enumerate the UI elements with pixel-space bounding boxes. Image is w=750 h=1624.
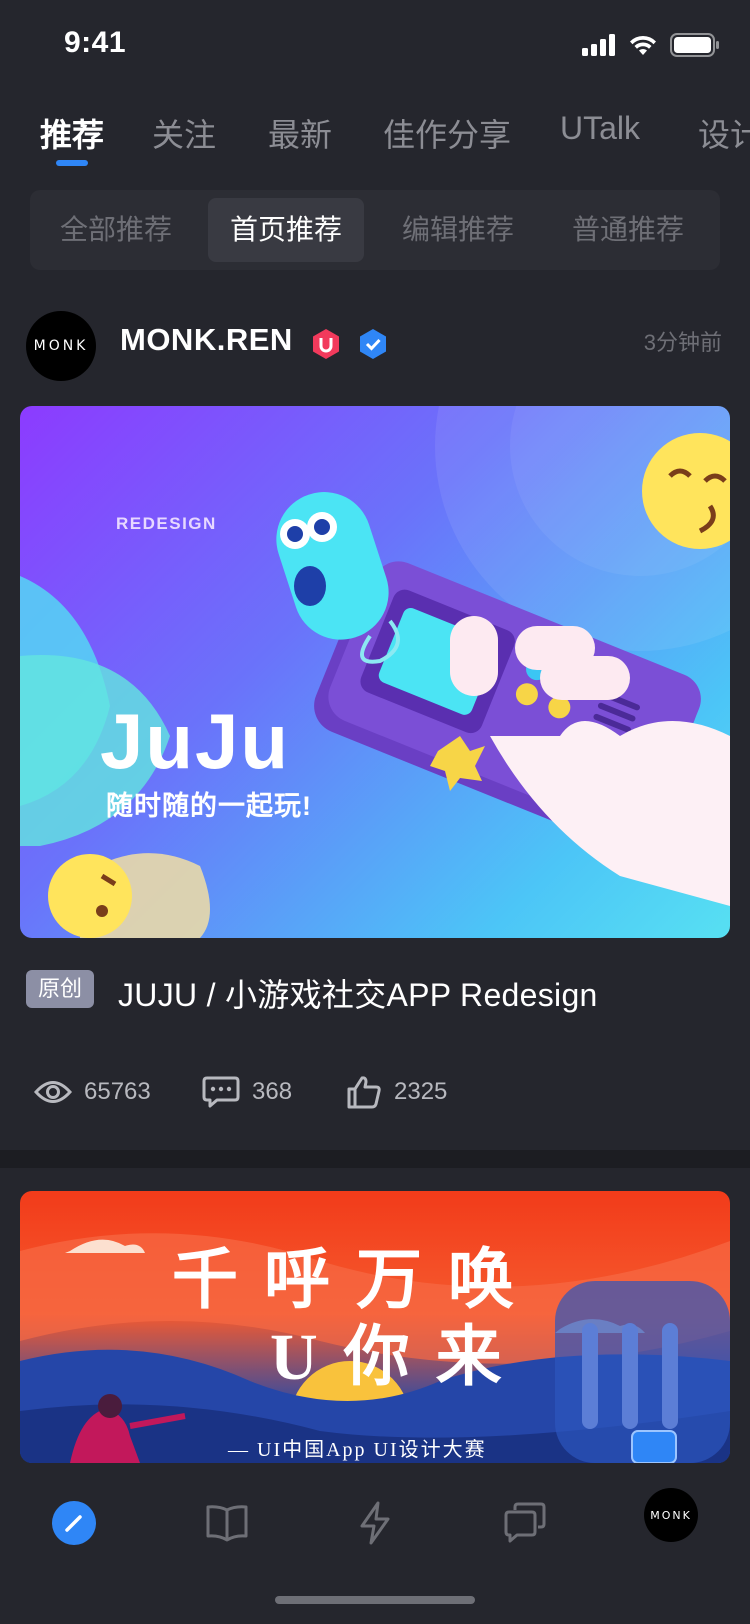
nav-profile-avatar[interactable]: MONK bbox=[644, 1488, 698, 1542]
post2-cover-image[interactable]: 千呼万唤 U你来 — UI中国App UI设计大赛 bbox=[20, 1191, 730, 1463]
battery-icon bbox=[670, 33, 719, 57]
tab-follow[interactable]: 关注 bbox=[152, 110, 216, 156]
post-time: 3分钟前 bbox=[643, 330, 722, 355]
nav-messages[interactable] bbox=[495, 1493, 555, 1553]
poster-subtitle: — UI中国App UI设计大赛 bbox=[228, 1439, 487, 1461]
home-indicator[interactable] bbox=[275, 1596, 475, 1604]
tab-recommend[interactable]: 推荐 bbox=[40, 110, 104, 156]
nav-avatar-text: MONK bbox=[650, 1508, 692, 1522]
post-title[interactable]: JUJU / 小游戏社交APP Redesign bbox=[118, 970, 598, 1016]
verified-icon bbox=[360, 329, 386, 359]
tab-showcase[interactable]: 佳作分享 bbox=[383, 110, 511, 156]
pencil-icon bbox=[52, 1501, 96, 1545]
author-name[interactable]: MONK.REN bbox=[120, 322, 293, 358]
segment-editor[interactable]: 编辑推荐 bbox=[380, 198, 536, 262]
signal-icon bbox=[582, 34, 615, 56]
juju-illustration bbox=[20, 406, 730, 938]
likes-stat[interactable]: 2325 bbox=[346, 1070, 447, 1114]
comments-stat[interactable]: 368 bbox=[202, 1070, 292, 1114]
segment-normal[interactable]: 普通推荐 bbox=[550, 198, 706, 262]
wifi-icon bbox=[630, 35, 656, 55]
avatar-text: MONK bbox=[33, 338, 89, 354]
thumbs-up-icon bbox=[347, 1076, 381, 1109]
comment-icon bbox=[202, 1076, 240, 1108]
chat-icon bbox=[504, 1502, 546, 1543]
post-cover-image[interactable]: REDESIGN JuJu 随时随的一起玩! bbox=[20, 406, 730, 938]
cover-subtitle: 随时随的一起玩! bbox=[106, 791, 312, 821]
comments-count: 368 bbox=[252, 1078, 293, 1105]
tab-design[interactable]: 设计 bbox=[698, 110, 750, 156]
nav-activity[interactable] bbox=[345, 1493, 405, 1553]
top-tabs: 推荐 关注 最新 佳作分享 UTalk 设计 bbox=[0, 110, 750, 170]
poster-line2: U你来 bbox=[270, 1321, 528, 1394]
feed-divider bbox=[0, 1150, 750, 1168]
nav-create[interactable] bbox=[44, 1493, 104, 1553]
tab-utalk[interactable]: UTalk bbox=[560, 110, 640, 147]
views-count: 65763 bbox=[84, 1078, 151, 1105]
lightning-icon bbox=[360, 1501, 390, 1545]
segment-all[interactable]: 全部推荐 bbox=[38, 198, 194, 262]
status-icons bbox=[582, 32, 720, 58]
original-badge: 原创 bbox=[26, 970, 95, 1008]
cover-title: JuJu bbox=[100, 697, 291, 785]
eye-icon bbox=[34, 1081, 72, 1103]
u-badge-icon bbox=[313, 329, 339, 359]
book-icon bbox=[206, 1505, 248, 1542]
status-time: 9:41 bbox=[64, 26, 127, 59]
author-avatar[interactable]: MONK bbox=[26, 311, 96, 381]
views-stat: 65763 bbox=[34, 1070, 151, 1114]
likes-count: 2325 bbox=[394, 1078, 448, 1105]
tab-latest[interactable]: 最新 bbox=[268, 110, 332, 156]
cover-tag: REDESIGN bbox=[116, 514, 217, 533]
nav-learn[interactable] bbox=[197, 1493, 257, 1553]
segment-homepage[interactable]: 首页推荐 bbox=[208, 198, 364, 262]
recommend-filter: 全部推荐 首页推荐 编辑推荐 普通推荐 bbox=[30, 190, 720, 270]
tab-indicator bbox=[56, 160, 88, 166]
